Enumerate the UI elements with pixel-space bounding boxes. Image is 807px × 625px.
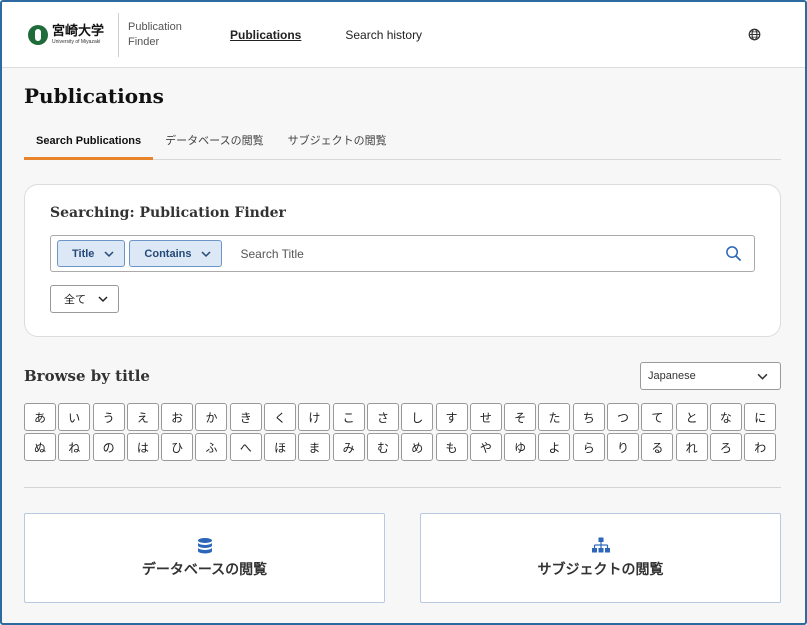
search-input[interactable] <box>240 246 701 261</box>
kana-index-button[interactable]: さ <box>366 403 399 431</box>
kana-index-button[interactable]: ゆ <box>504 433 537 461</box>
kana-index-button[interactable]: ち <box>572 403 605 431</box>
university-logo[interactable]: 宮崎大学 University of Miyazaki <box>28 23 105 45</box>
chevron-down-icon <box>757 373 768 380</box>
kana-index-button[interactable]: え <box>126 403 159 431</box>
kana-index-button[interactable]: め <box>401 433 434 461</box>
kana-index-button[interactable]: も <box>435 433 468 461</box>
kana-index-button[interactable]: こ <box>332 403 365 431</box>
kana-index-button[interactable]: く <box>264 403 297 431</box>
kana-index-button[interactable]: せ <box>469 403 502 431</box>
product-name: Publication Finder <box>128 20 182 48</box>
kana-index: あいうえおかきくけこさしすせそたちつてとなにぬねのはひふへほまみむめもやゆよらり… <box>24 403 781 461</box>
kana-index-button[interactable]: ろ <box>709 433 742 461</box>
kana-index-button[interactable]: う <box>92 403 125 431</box>
field-select-button[interactable]: Title <box>57 240 126 267</box>
university-emblem-icon <box>28 24 48 45</box>
browse-databases-card[interactable]: データベースの閲覧 <box>24 513 385 603</box>
operator-select-button[interactable]: Contains <box>129 240 223 267</box>
kana-index-button[interactable]: み <box>332 433 365 461</box>
logo-name-en: University of Miyazaki <box>52 38 101 45</box>
kana-index-button[interactable]: ぬ <box>24 433 56 461</box>
search-heading: Searching: Publication Finder <box>50 205 286 221</box>
logo-name-jp: 宮崎大学 <box>52 23 105 39</box>
nav-publications[interactable]: Publications <box>230 28 301 42</box>
browse-subjects-card[interactable]: サブジェクトの閲覧 <box>420 513 781 603</box>
kana-index-button[interactable]: の <box>92 433 125 461</box>
kana-index-button[interactable]: あ <box>24 403 56 431</box>
kana-index-button[interactable]: に <box>744 403 777 431</box>
kana-index-button[interactable]: お <box>161 403 194 431</box>
kana-index-button[interactable]: き <box>229 403 262 431</box>
app-window: 宮崎大学 University of Miyazaki Publication … <box>0 0 807 625</box>
kana-index-button[interactable]: れ <box>675 433 708 461</box>
kana-index-button[interactable]: よ <box>538 433 571 461</box>
kana-index-button[interactable]: ま <box>298 433 331 461</box>
kana-index-button[interactable]: け <box>298 403 331 431</box>
kana-index-button[interactable]: は <box>126 433 159 461</box>
kana-index-button[interactable]: ね <box>58 433 91 461</box>
hierarchy-icon <box>591 537 610 553</box>
search-bar: Title Contains <box>50 235 755 272</box>
tab-browse-subjects[interactable]: サブジェクトの閲覧 <box>276 126 399 160</box>
globe-icon[interactable] <box>748 28 761 41</box>
kana-index-button[interactable]: ほ <box>264 433 297 461</box>
kana-index-button[interactable]: そ <box>504 403 537 431</box>
top-header: 宮崎大学 University of Miyazaki Publication … <box>2 2 805 68</box>
nav-search-history[interactable]: Search history <box>345 28 422 42</box>
tab-search-publications[interactable]: Search Publications <box>24 126 154 160</box>
kana-index-button[interactable]: む <box>366 433 399 461</box>
kana-index-button[interactable]: へ <box>229 433 262 461</box>
kana-index-button[interactable]: わ <box>744 433 777 461</box>
kana-index-button[interactable]: す <box>435 403 468 431</box>
section-divider <box>24 487 781 488</box>
browse-subjects-label: サブジェクトの閲覧 <box>537 562 664 578</box>
kana-index-button[interactable]: し <box>401 403 434 431</box>
kana-index-button[interactable]: つ <box>607 403 640 431</box>
tab-bar: Search Publications データベースの閲覧 サブジェクトの閲覧 <box>24 126 781 160</box>
kana-index-button[interactable]: な <box>709 403 742 431</box>
kana-index-button[interactable]: や <box>469 433 502 461</box>
kana-index-button[interactable]: た <box>538 403 571 431</box>
kana-index-button[interactable]: と <box>675 403 708 431</box>
kana-index-button[interactable]: い <box>58 403 91 431</box>
database-icon <box>197 538 212 554</box>
chevron-down-icon <box>104 250 114 257</box>
kana-index-button[interactable]: て <box>641 403 674 431</box>
language-select[interactable]: Japanese <box>640 362 781 390</box>
kana-index-button[interactable]: り <box>607 433 640 461</box>
kana-index-button[interactable]: る <box>641 433 674 461</box>
browse-databases-label: データベースの閲覧 <box>141 562 268 578</box>
kana-index-button[interactable]: か <box>195 403 228 431</box>
header-divider <box>118 12 120 57</box>
kana-index-button[interactable]: ふ <box>195 433 228 461</box>
browse-cards: データベースの閲覧 サブジェクトの閲覧 <box>24 513 781 603</box>
page-title: Publications <box>24 84 164 108</box>
browse-header: Browse by title Japanese <box>24 362 781 390</box>
search-icon[interactable] <box>725 245 742 262</box>
scope-select[interactable]: 全て <box>50 285 119 313</box>
tab-browse-databases[interactable]: データベースの閲覧 <box>153 126 275 160</box>
search-panel: Searching: Publication Finder Title Cont… <box>24 184 781 337</box>
kana-index-button[interactable]: ら <box>572 433 605 461</box>
browse-title: Browse by title <box>24 367 150 385</box>
main-content: Publications Search Publications データベースの… <box>2 84 805 603</box>
chevron-down-icon <box>201 250 212 257</box>
chevron-down-icon <box>98 296 108 303</box>
main-nav: Publications Search history <box>230 28 466 42</box>
kana-index-button[interactable]: ひ <box>161 433 194 461</box>
